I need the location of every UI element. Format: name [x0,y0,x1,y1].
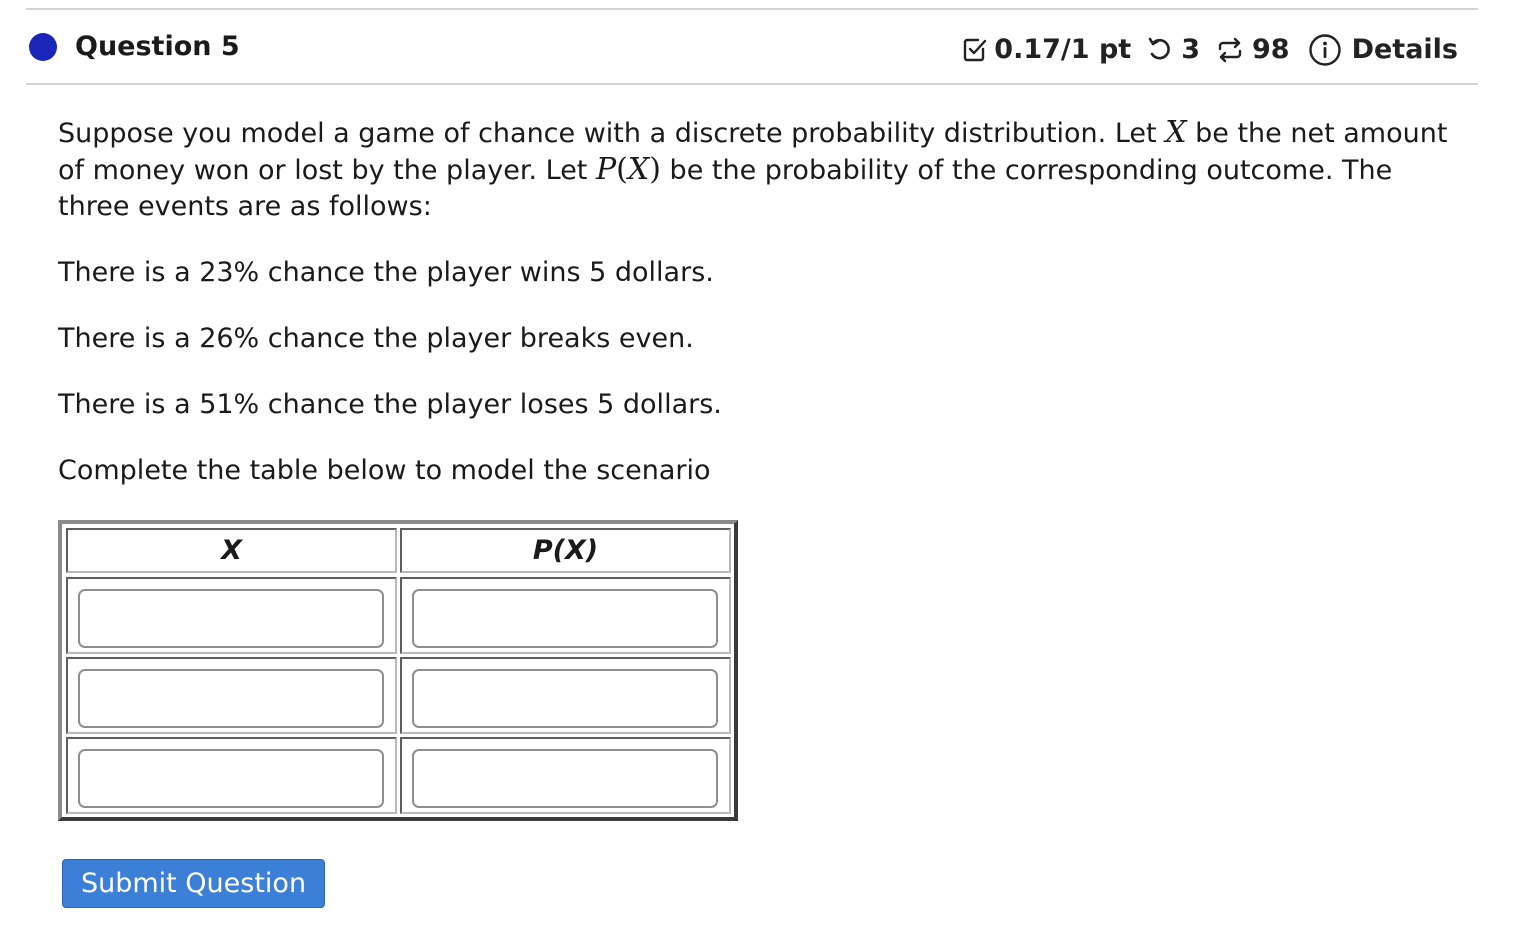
question-title: Question 5 [75,31,240,62]
info-circle-icon[interactable] [1308,33,1342,67]
undo-arrow-icon [1147,37,1173,63]
math-paren-close: ) [649,152,661,187]
table-row [66,657,397,734]
header-x-label: X [221,535,242,566]
details-link[interactable]: Details [1352,30,1458,70]
table-header-x: X [66,528,397,573]
math-var-x-inner: X [627,152,650,187]
x-input-3[interactable] [78,749,384,808]
table-row [400,657,731,734]
table-row [400,737,731,814]
math-var-p: P [595,152,617,187]
table-row [66,737,397,814]
event-lose: There is a 51% chance the player loses 5… [58,389,722,420]
instruction-text: Complete the table below to model the sc… [58,455,711,486]
question-prompt: Suppose you model a game of chance with … [58,115,1458,225]
prompt-text-1: Suppose you model a game of chance with … [58,118,1166,149]
table-row [66,577,397,654]
x-input-1[interactable] [78,589,384,648]
math-var-x: X [1165,115,1187,150]
status-dot-icon [29,33,57,61]
repeat-arrows-icon [1216,36,1244,64]
header-bottom-divider [26,83,1478,85]
math-px: P(X) [596,152,661,187]
px-input-2[interactable] [412,669,718,728]
attempts-count: 98 [1251,34,1290,65]
submit-question-button[interactable]: Submit Question [62,859,325,908]
retries-count: 3 [1181,34,1200,65]
table-header-px: P(X) [400,528,731,573]
distribution-table: X P(X) [58,520,738,821]
px-input-3[interactable] [412,749,718,808]
question-meta: 0.17/1 pt 3 98 Details [962,30,1458,70]
px-input-1[interactable] [412,589,718,648]
checkbox-check-icon [962,37,988,63]
event-even: There is a 26% chance the player breaks … [58,323,694,354]
x-input-2[interactable] [78,669,384,728]
header-px-label: P(X) [532,535,599,566]
math-paren-open: ( [616,152,628,187]
header-top-divider [26,8,1478,10]
table-row [400,577,731,654]
event-win: There is a 23% chance the player wins 5 … [58,257,714,288]
score-text: 0.17/1 pt [994,34,1132,65]
